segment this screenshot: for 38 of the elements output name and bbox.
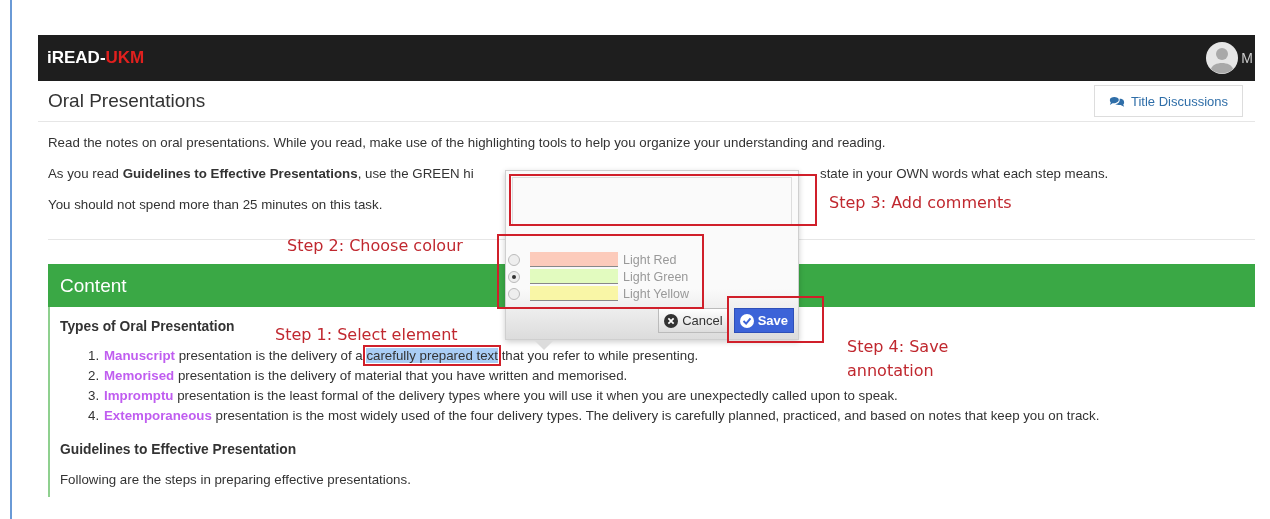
list-item-text: Impromptu presentation is the least formal of the delivery types where you will use it when you are unexpectedly called upon to speak. xyxy=(104,387,898,405)
cancel-button[interactable]: Cancel xyxy=(658,308,729,333)
comment-field[interactable] xyxy=(512,177,792,225)
section-heading: Types of Oral Presentation xyxy=(60,319,235,334)
list-number: 2. xyxy=(88,367,101,385)
brand-logo[interactable]: iREAD-UKM xyxy=(47,48,145,68)
section-heading: Guidelines to Effective Presentation xyxy=(60,442,297,457)
popup-pointer xyxy=(534,340,554,350)
colour-radio[interactable] xyxy=(508,287,520,300)
colour-swatch[interactable] xyxy=(530,269,618,284)
list-item-text: Manuscript presentation is the delivery of a carefully prepared text that you refer to while presenting. xyxy=(104,347,699,365)
close-icon xyxy=(664,313,679,328)
page-title: Oral Presentations xyxy=(48,90,206,112)
list-item-text: Extemporaneous presentation is the most widely used of the four delivery types. The delivery is carefully planned, practiced, and based on notes that keep you on track. xyxy=(104,407,1100,425)
step-annotation: Step 3: Add comments xyxy=(829,192,1012,214)
colour-swatch[interactable] xyxy=(530,286,618,301)
instruction-text: You should not spend more than 25 minutes on this task. xyxy=(48,197,383,212)
content-title: Content xyxy=(60,274,127,297)
list-number: 1. xyxy=(88,347,101,365)
step-annotation: Step 2: Choose colour xyxy=(287,235,463,257)
colour-radio[interactable] xyxy=(508,253,520,266)
chat-icon xyxy=(1108,94,1125,108)
instruction-text: Read the notes on oral presentations. While you read, make use of the highlighting tools to help you organize your understanding and reading. xyxy=(48,135,886,150)
user-avatar-icon[interactable] xyxy=(1206,42,1239,74)
step-annotation: Step 4: Save annotation xyxy=(847,336,950,382)
paragraph-text: Following are the steps in preparing effective presentations. xyxy=(60,472,412,487)
title-discussions-button[interactable]: Title Discussions xyxy=(1093,85,1243,117)
list-item-text: Memorised presentation is the delivery of material that you have written and memorised. xyxy=(104,367,628,385)
colour-swatch[interactable] xyxy=(530,252,618,267)
instruction-text: state in your OWN words what each step means. xyxy=(820,165,1109,183)
check-icon xyxy=(739,313,754,328)
list-number: 3. xyxy=(88,387,101,405)
save-button[interactable]: Save xyxy=(733,308,794,333)
instruction-text: As you read Guidelines to Effective Presentations, use the GREEN hi xyxy=(48,166,474,181)
list-number: 4. xyxy=(88,407,101,425)
colour-radio[interactable] xyxy=(508,270,520,283)
user-name[interactable]: M xyxy=(1241,50,1253,66)
step-annotation: Step 1: Select element xyxy=(275,324,458,346)
